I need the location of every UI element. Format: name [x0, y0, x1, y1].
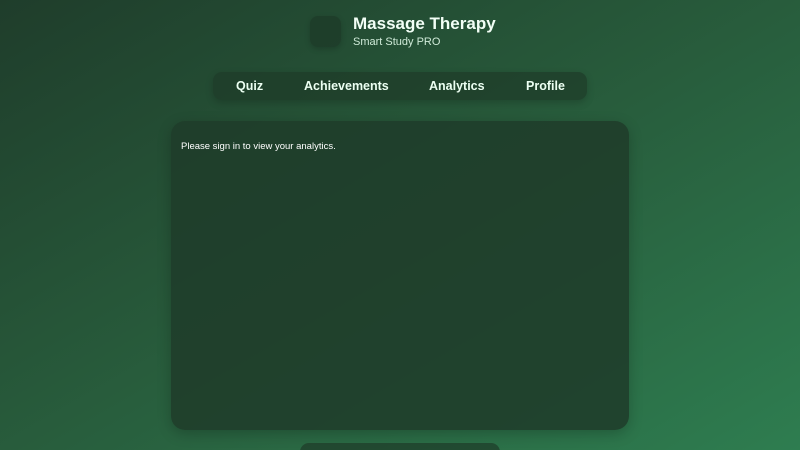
nav-item-quiz[interactable]: Quiz — [236, 72, 263, 100]
nav-item-analytics[interactable]: Analytics — [429, 72, 485, 100]
analytics-panel: Please sign in to view your analytics. — [171, 121, 629, 430]
sign-in-message: Please sign in to view your analytics. — [181, 141, 336, 152]
app-header: Massage Therapy Smart Study PRO — [310, 14, 496, 49]
app-title-group: Massage Therapy Smart Study PRO — [353, 14, 496, 49]
app-subtitle: Smart Study PRO — [353, 36, 441, 48]
bottom-bar — [300, 443, 500, 450]
nav-item-profile[interactable]: Profile — [526, 72, 565, 100]
nav-item-achievements[interactable]: Achievements — [304, 72, 389, 100]
app-logo-icon — [310, 16, 341, 47]
main-nav: Quiz Achievements Analytics Profile — [213, 72, 587, 100]
app-title: Massage Therapy — [353, 14, 496, 33]
